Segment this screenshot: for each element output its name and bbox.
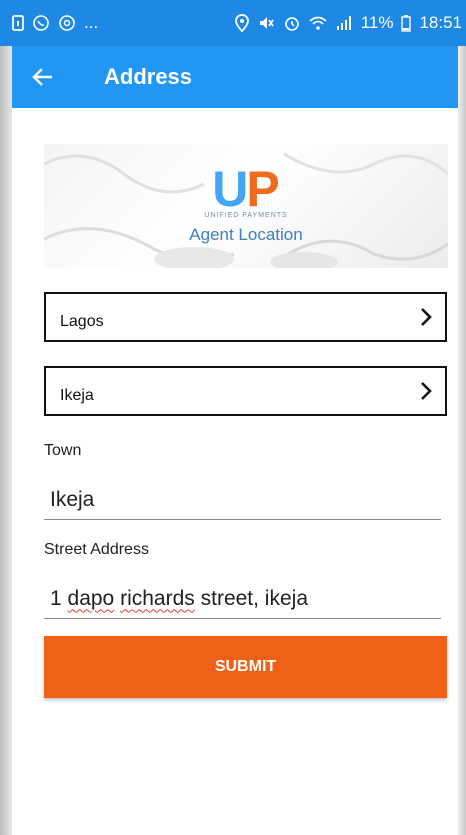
banner-title: Agent Location	[189, 225, 303, 244]
status-left-icons: ...	[12, 13, 98, 33]
at-sign-icon	[59, 15, 75, 31]
phone-frame-right	[458, 0, 466, 835]
street-misspelled-word: richards	[120, 586, 195, 610]
street-address-value: 1 dapo richards street, ikeja	[50, 587, 308, 611]
alarm-icon	[284, 17, 299, 31]
clock-time: 18:51	[419, 13, 462, 32]
battery-icon	[401, 15, 412, 32]
state-select-value: Lagos	[60, 313, 104, 330]
battery-percent: 11%	[360, 13, 394, 32]
street-text-part: street, ikeja	[194, 586, 308, 610]
chevron-right-icon	[421, 308, 432, 326]
status-right-icons: 11% 18:51	[234, 13, 462, 33]
signal-icon	[336, 16, 351, 30]
unified-payments-logo: U P	[212, 161, 280, 217]
status-bar: ... 11% 18:51	[0, 0, 466, 46]
lga-select-value: Ikeja	[60, 387, 94, 404]
town-input[interactable]: Ikeja	[44, 480, 441, 520]
phone-frame-left	[0, 0, 12, 835]
street-misspelled-word: dapo	[67, 586, 115, 610]
mute-icon	[259, 17, 274, 29]
agent-location-banner: U P UNIFIED PAYMENTS Agent Location	[44, 144, 448, 268]
logo-subtitle: UNIFIED PAYMENTS	[204, 212, 288, 219]
sim-card-icon	[12, 15, 24, 31]
location-pin-icon	[234, 14, 249, 32]
arrow-left-icon	[32, 68, 52, 86]
lga-select[interactable]: Ikeja	[44, 366, 447, 416]
street-text-part: 1	[50, 586, 68, 610]
wifi-icon	[309, 16, 327, 30]
logo-letter-u: U	[212, 161, 248, 217]
state-select[interactable]: Lagos	[44, 292, 447, 342]
app-bar: Address	[12, 46, 458, 108]
logo-letter-p: P	[246, 161, 280, 217]
street-address-input[interactable]: 1 dapo richards street, ikeja	[44, 579, 441, 619]
back-button[interactable]	[12, 46, 72, 108]
town-label: Town	[44, 442, 82, 459]
page-title: Address	[104, 64, 193, 89]
whatsapp-icon	[33, 15, 49, 31]
street-address-label: Street Address	[44, 541, 149, 558]
town-input-value: Ikeja	[50, 487, 95, 511]
chevron-right-icon	[421, 382, 432, 400]
more-notifications-dots: ...	[84, 13, 99, 32]
submit-button[interactable]: SUBMIT	[44, 636, 447, 698]
